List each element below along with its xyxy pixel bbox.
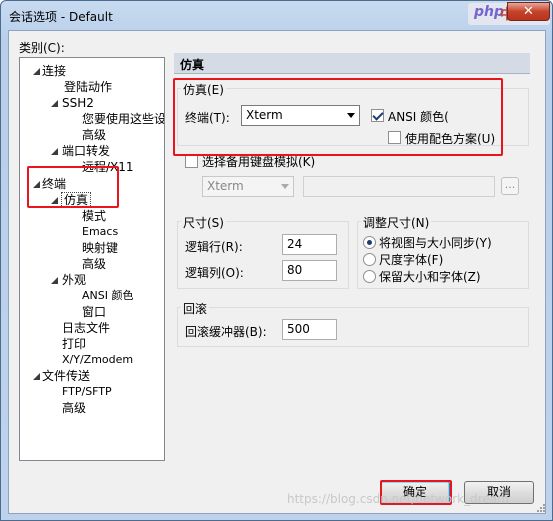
- alt-keyboard-label: 选择备用键盘模拟(K): [202, 155, 316, 169]
- terminal-select[interactable]: Xterm: [241, 105, 360, 126]
- keep-size-radio[interactable]: [363, 270, 376, 283]
- cols-field[interactable]: 80: [282, 260, 337, 281]
- collapse-arrow-icon[interactable]: [32, 67, 41, 76]
- dialog-window: 会话选项 - Default php 中文网 ✕ 类别(C): 连接 登陆动作 …: [0, 0, 553, 521]
- close-button[interactable]: ✕: [507, 2, 550, 21]
- collapse-arrow-icon[interactable]: [50, 147, 59, 156]
- scale-font-label: 尺度字体(F): [379, 253, 444, 267]
- keep-size-label: 保留大小和字体(Z): [379, 270, 481, 284]
- collapse-arrow-icon[interactable]: [50, 99, 59, 108]
- tree-item-ssh2-advanced[interactable]: 高级: [82, 127, 106, 143]
- tree-item-log-file[interactable]: 日志文件: [62, 320, 110, 336]
- page-title: 仿真: [180, 58, 205, 72]
- tree-item-ansi-color[interactable]: ANSI 颜色: [82, 288, 133, 304]
- dialog-client-area: 类别(C): 连接 登陆动作 SSH2 您要使用这些设 高级 端口转发 远程/X…: [8, 30, 546, 514]
- alt-keyboard-checkbox[interactable]: [185, 155, 198, 168]
- title-bar[interactable]: 会话选项 - Default php 中文网 ✕: [1, 1, 552, 31]
- terminal-label: 终端(T):: [185, 111, 230, 125]
- terminal-select-value: Xterm: [246, 108, 283, 122]
- category-label: 类别(C):: [19, 41, 65, 55]
- rows-label: 逻辑行(R):: [185, 240, 243, 254]
- resize-grip-icon[interactable]: [535, 502, 545, 512]
- tree-item-emulation[interactable]: 仿真: [61, 192, 92, 208]
- tree-item-file-transfer-advanced[interactable]: 高级: [62, 400, 86, 416]
- scrollback-label: 回滚缓冲器(B):: [185, 325, 267, 339]
- tree-item-terminal[interactable]: 终端: [42, 176, 66, 192]
- ansi-color-label: ANSI 颜色(: [388, 110, 448, 124]
- resize-group-title: 调整尺寸(N): [361, 214, 432, 231]
- size-group-title: 尺寸(S): [181, 214, 226, 231]
- chevron-down-icon: [281, 184, 289, 189]
- ansi-color-checkbox[interactable]: [371, 109, 384, 122]
- cols-label: 逻辑列(O):: [185, 266, 244, 280]
- tree-item-appearance[interactable]: 外观: [62, 272, 86, 288]
- category-tree[interactable]: 连接 登陆动作 SSH2 您要使用这些设 高级 端口转发 远程/X11 终端 仿…: [19, 57, 165, 461]
- color-scheme-label: 使用配色方案(U): [405, 132, 496, 146]
- collapse-arrow-icon[interactable]: [50, 276, 59, 285]
- tree-item-connection[interactable]: 连接: [42, 63, 66, 79]
- emulation-group-title: 仿真(E): [181, 81, 226, 98]
- color-scheme-checkbox[interactable]: [388, 131, 401, 144]
- collapse-arrow-icon[interactable]: [50, 196, 59, 205]
- tree-item-port-forwarding[interactable]: 端口转发: [62, 143, 110, 159]
- tree-item-ssh2[interactable]: SSH2: [62, 95, 94, 111]
- sync-view-radio[interactable]: [363, 236, 376, 249]
- tree-item-terminal-advanced[interactable]: 高级: [82, 256, 106, 272]
- alt-keyboard-select[interactable]: Xterm: [202, 176, 294, 197]
- close-icon: ✕: [523, 4, 534, 19]
- scrollback-group-title: 回滚: [181, 300, 210, 317]
- scrollback-field[interactable]: 500: [282, 319, 337, 340]
- tree-item-modes[interactable]: 模式: [82, 208, 106, 224]
- collapse-arrow-icon[interactable]: [32, 180, 41, 189]
- scale-font-radio[interactable]: [363, 253, 376, 266]
- tree-item-window[interactable]: 窗口: [82, 304, 106, 320]
- tree-item-emacs[interactable]: Emacs: [82, 224, 118, 240]
- window-title: 会话选项 - Default: [9, 10, 113, 24]
- tree-item-ftp-sftp[interactable]: FTP/SFTP: [62, 384, 112, 400]
- rows-field[interactable]: 24: [282, 234, 337, 255]
- alt-keyboard-path-field[interactable]: [303, 176, 495, 197]
- tree-item-xyzmodem[interactable]: X/Y/Zmodem: [62, 352, 133, 368]
- tree-item-mapped-keys[interactable]: 映射键: [82, 240, 118, 256]
- sync-view-label: 将视图与大小同步(Y): [379, 236, 492, 250]
- tree-item-file-transfer[interactable]: 文件传送: [42, 368, 90, 384]
- alt-keyboard-select-value: Xterm: [207, 179, 244, 193]
- collapse-arrow-icon[interactable]: [32, 372, 41, 381]
- tree-item-logon-actions[interactable]: 登陆动作: [64, 79, 112, 95]
- browse-button[interactable]: ...: [501, 177, 519, 195]
- chevron-down-icon: [347, 113, 355, 118]
- page-header: 仿真: [174, 53, 530, 74]
- tree-item-ssh2-prompt[interactable]: 您要使用这些设: [82, 111, 164, 127]
- bottom-watermark: https://blog.csdn.net/network_dream: [287, 492, 509, 506]
- tree-item-printing[interactable]: 打印: [62, 336, 86, 352]
- tree-item-remote-x11[interactable]: 远程/X11: [82, 159, 134, 175]
